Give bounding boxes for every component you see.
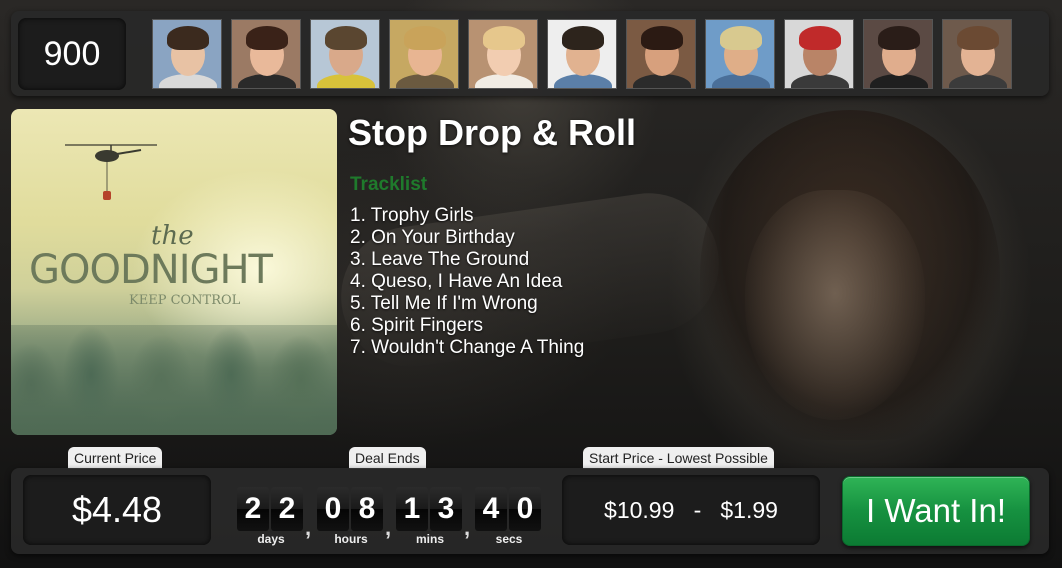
avatar-hair <box>246 26 288 50</box>
buyer-avatar[interactable] <box>547 19 617 89</box>
avatar-shoulders <box>159 74 217 88</box>
avatar-hair <box>562 26 604 50</box>
album-cover: the GOODNIGHT KEEP CONTROL <box>11 109 337 435</box>
avatar-shoulders <box>554 74 612 88</box>
avatar-shoulders <box>949 74 1007 88</box>
avatar-shoulders <box>238 74 296 88</box>
i-want-in-button[interactable]: I Want In! <box>842 476 1030 546</box>
countdown-digit-days-2: 2 <box>271 487 303 531</box>
countdown-digit-secs-1: 4 <box>475 487 507 531</box>
helicopter-icon <box>65 144 157 200</box>
avatar-shoulders <box>396 74 454 88</box>
countdown-digit-mins-1: 1 <box>396 487 428 531</box>
countdown-hours-label: hours <box>334 532 368 546</box>
track-item: 4. Queso, I Have An Idea <box>350 271 563 292</box>
top-bar: 900 <box>11 11 1049 96</box>
buyer-avatar[interactable] <box>310 19 380 89</box>
countdown-days-label: days <box>257 532 285 546</box>
buyer-avatar[interactable] <box>468 19 538 89</box>
countdown-digit-days-1: 2 <box>237 487 269 531</box>
avatar-hair <box>325 26 367 50</box>
countdown-digit-mins-2: 3 <box>430 487 462 531</box>
buyer-avatar[interactable] <box>626 19 696 89</box>
price-range-label: Start Price - Lowest Possible <box>583 447 774 469</box>
countdown-separator: , <box>385 515 392 540</box>
track-item: 6. Spirit Fingers <box>350 315 484 336</box>
countdown-secs-label: secs <box>495 532 523 546</box>
price-range: $10.99 - $1.99 <box>562 475 820 545</box>
buyer-avatar[interactable] <box>705 19 775 89</box>
current-price-label: Current Price <box>68 447 163 469</box>
buyer-avatar[interactable] <box>152 19 222 89</box>
deal-ends-label: Deal Ends <box>349 447 426 469</box>
avatar-hair <box>799 26 841 50</box>
avatar-hair <box>167 26 209 50</box>
album-title: Stop Drop & Roll <box>348 112 636 153</box>
track-item: 5. Tell Me If I'm Wrong <box>350 293 538 314</box>
avatar-shoulders <box>317 74 375 88</box>
buyer-avatar[interactable] <box>942 19 1012 89</box>
avatar-hair <box>720 26 762 50</box>
countdown-digit-secs-2: 0 <box>509 487 541 531</box>
avatar-hair <box>483 26 525 50</box>
countdown-digit-hours-2: 8 <box>351 487 383 531</box>
avatar-shoulders <box>712 74 770 88</box>
countdown-separator: , <box>305 515 312 540</box>
countdown-mins-label: mins <box>415 532 444 546</box>
avatar-shoulders <box>633 74 691 88</box>
avatar-shoulders <box>870 74 928 88</box>
album-tree-line <box>11 325 337 435</box>
current-price: $4.48 <box>23 475 211 545</box>
background-face-shape <box>745 190 925 420</box>
avatar-hair <box>641 26 683 50</box>
track-item: 1. Trophy Girls <box>350 205 474 226</box>
avatar-hair <box>404 26 446 50</box>
avatar-hair <box>957 26 999 50</box>
buyer-avatar[interactable] <box>389 19 459 89</box>
tracklist-heading: Tracklist <box>350 174 428 195</box>
buyer-counter: 900 <box>18 18 126 90</box>
buyer-avatar[interactable] <box>863 19 933 89</box>
avatar-shoulders <box>791 74 849 88</box>
album-logo-band: GOODNIGHT <box>29 247 273 293</box>
buyer-avatar[interactable] <box>231 19 301 89</box>
tracklist: 1. Trophy Girls 2. On Your Birthday 3. L… <box>350 205 584 359</box>
avatar-hair <box>878 26 920 50</box>
countdown-separator: , <box>464 515 471 540</box>
track-item: 3. Leave The Ground <box>350 249 530 270</box>
countdown-digit-hours-1: 0 <box>317 487 349 531</box>
track-item: 7. Wouldn't Change A Thing <box>350 337 585 358</box>
avatar-shoulders <box>475 74 533 88</box>
album-logo-subtitle: KEEP CONTROL <box>129 293 241 308</box>
buyer-avatar[interactable] <box>784 19 854 89</box>
track-item: 2. On Your Birthday <box>350 227 515 248</box>
